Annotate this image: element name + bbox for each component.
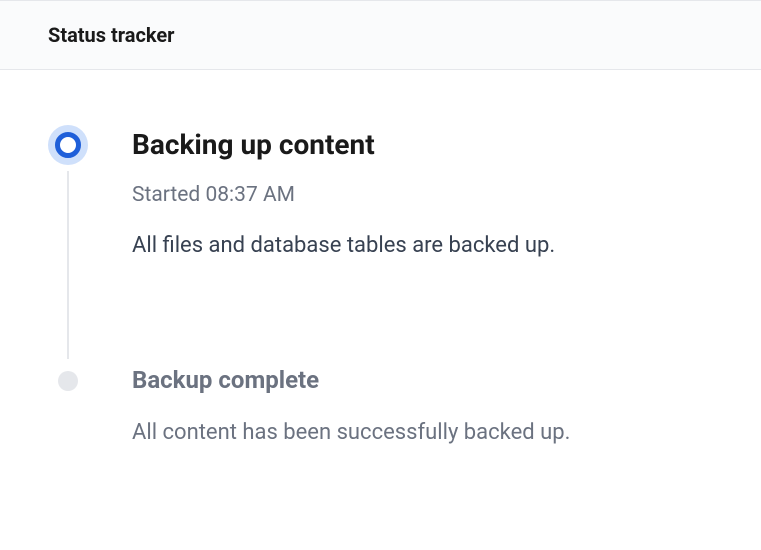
pending-dot-icon [58,371,78,391]
step-description: All content has been successfully backed… [132,418,713,449]
progress-ring-inner [55,132,81,158]
step-indicator-column [48,365,88,391]
step-content: Backup complete All content has been suc… [88,365,713,449]
progress-ring-icon [48,125,88,165]
status-timeline: Backing up content Started 08:37 AM All … [0,70,761,449]
status-tracker-header: Status tracker [0,0,761,70]
step-indicator-column [48,125,88,365]
page-title: Status tracker [48,23,713,47]
step-description: All files and database tables are backed… [132,231,713,262]
step-title: Backing up content [132,127,713,163]
timeline-connector [67,171,69,359]
timeline-step-pending: Backup complete All content has been suc… [48,365,713,449]
step-content: Backing up content Started 08:37 AM All … [88,125,713,262]
step-title: Backup complete [132,365,713,396]
step-subtitle: Started 08:37 AM [132,183,713,207]
timeline-step-active: Backing up content Started 08:37 AM All … [48,125,713,365]
